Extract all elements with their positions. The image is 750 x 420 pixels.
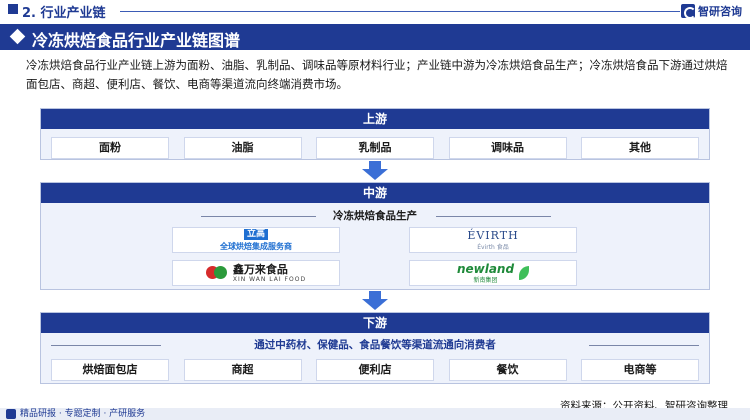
downstream-subtitle-row: 通过中药材、保健品、食品餐饮等渠道流通向消费者 <box>41 335 709 355</box>
downstream-header: 下游 <box>41 313 709 333</box>
downstream-item: 烘焙面包店 <box>51 359 169 381</box>
downstream-item: 电商等 <box>581 359 699 381</box>
ligao-mark: 立高 <box>243 228 268 240</box>
upstream-item: 乳制品 <box>316 137 434 159</box>
newland-name: newland <box>456 261 515 276</box>
company-logo-xinwanlai: 鑫万来食品 XIN WAN LAI FOOD <box>172 260 340 286</box>
upstream-panel: 上游 面粉 油脂 乳制品 调味品 其他 <box>40 108 710 160</box>
brand-name: 智研咨询 <box>698 5 742 18</box>
footer: 资料来源：公开资料、智研咨询整理 精品研报 · 专题定制 · 产研服务 <box>0 398 750 420</box>
upstream-item: 其他 <box>581 137 699 159</box>
downstream-items: 烘焙面包店 商超 便利店 餐饮 电商等 <box>41 359 709 381</box>
diamond-icon <box>9 28 26 45</box>
xinwanlai-badge-icon <box>205 265 228 281</box>
brand: 智研咨询 <box>681 3 742 19</box>
xinwanlai-name: 鑫万来食品 <box>232 262 288 276</box>
xinwanlai-sub: XIN WAN LAI FOOD <box>232 275 307 283</box>
page-title: 冷冻烘焙食品行业产业链图谱 <box>32 31 241 50</box>
section-marker <box>8 4 18 14</box>
top-bar: 2. 行业产业链 智研咨询 <box>0 0 750 22</box>
upstream-header: 上游 <box>41 109 709 129</box>
company-logo-ligao: 立高 全球烘焙集成服务商 <box>172 227 340 253</box>
midstream-panel: 中游 冷冻烘焙食品生产 立高 全球烘焙集成服务商 ÉVIRTH Évirth 食… <box>40 182 710 290</box>
midstream-header: 中游 <box>41 183 709 203</box>
leaf-icon <box>519 266 530 280</box>
evirth-name: ÉVIRTH <box>467 229 519 242</box>
ligao-tagline: 全球烘焙集成服务商 <box>220 241 292 251</box>
downstream-item: 餐饮 <box>448 359 567 381</box>
header-divider <box>120 11 680 12</box>
upstream-items: 面粉 油脂 乳制品 调味品 其他 <box>41 137 709 159</box>
brand-logo-icon <box>681 4 696 19</box>
upstream-item: 调味品 <box>448 137 567 159</box>
intro-text: 冷冻烘焙食品行业产业链上游为面粉、油脂、乳制品、调味品等原材料行业；产业链中游为… <box>26 58 728 91</box>
company-logo-newland: newland 新南集团 <box>409 260 577 286</box>
subtitle-dash <box>589 345 699 346</box>
footer-logo-icon <box>6 409 16 419</box>
section-title: 2. 行业产业链 <box>22 6 106 21</box>
down-arrow-icon <box>360 291 390 311</box>
company-logo-evirth: ÉVIRTH Évirth 食品 <box>409 227 577 253</box>
upstream-item: 油脂 <box>183 137 302 159</box>
midstream-subtitle-row: 冷冻烘焙食品生产 <box>41 206 709 226</box>
down-arrow-icon <box>360 161 390 181</box>
newland-sub: 新南集团 <box>473 276 498 284</box>
midstream-subtitle: 冷冻烘焙食品生产 <box>333 210 417 222</box>
downstream-panel: 下游 通过中药材、保健品、食品餐饮等渠道流通向消费者 烘焙面包店 商超 便利店 … <box>40 312 710 384</box>
title-bar: 冷冻烘焙食品行业产业链图谱 <box>0 24 750 50</box>
company-logos: 立高 全球烘焙集成服务商 ÉVIRTH Évirth 食品 鑫万来食品 XIN … <box>41 226 709 296</box>
downstream-item: 商超 <box>183 359 302 381</box>
evirth-sub: Évirth 食品 <box>477 244 509 251</box>
upstream-item: 面粉 <box>51 137 169 159</box>
footer-slogan: 精品研报 · 专题定制 · 产研服务 <box>20 409 146 419</box>
downstream-item: 便利店 <box>316 359 434 381</box>
subtitle-dash <box>436 216 551 217</box>
